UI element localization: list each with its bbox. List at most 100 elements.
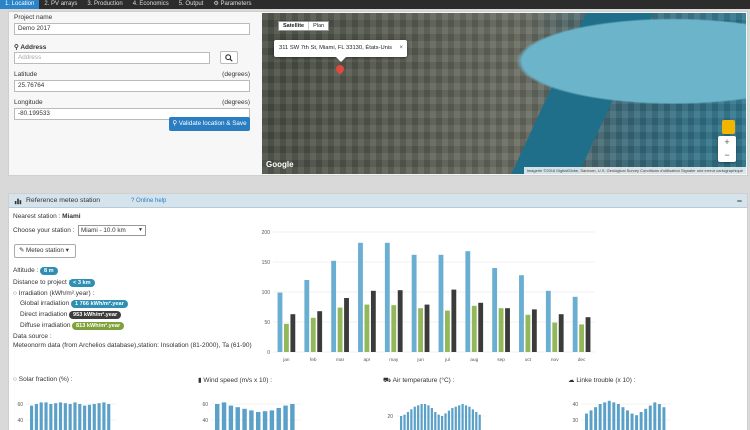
y-tick-label: 100	[262, 290, 271, 296]
x-tick-label: nov	[551, 358, 559, 363]
tab-production[interactable]: 3. Production	[82, 0, 127, 9]
global-irradiation-label: Global irradiation :	[20, 300, 73, 307]
bar-3	[228, 405, 234, 430]
nearest-station-row: Nearest station : Miami	[13, 213, 81, 220]
bar-11	[283, 405, 288, 430]
bar-sep-series-2	[498, 308, 504, 352]
address-input[interactable]: Address	[14, 52, 210, 64]
station-select[interactable]: Miami - 10.0 km ▼	[78, 225, 146, 236]
zoom-in-button[interactable]: +	[718, 136, 736, 149]
bar-1	[400, 416, 403, 430]
global-irradiation-badge: 1 766 kWh/m².year	[71, 300, 128, 308]
air-temperature-chart: 20	[387, 404, 486, 430]
linke-trouble-title-row: ☁ Linke trouble (x 10) :	[568, 376, 636, 384]
car-icon: ⛟	[383, 377, 393, 384]
bar-17	[107, 404, 111, 430]
search-icon	[225, 53, 233, 62]
bar-15	[97, 403, 101, 430]
bar-21	[468, 406, 471, 430]
bar-14	[444, 413, 447, 430]
street-view-pegman-icon[interactable]	[722, 120, 735, 134]
project-name-label: Project name	[14, 14, 53, 21]
bar-aug-series-1	[465, 251, 471, 352]
bar-5	[413, 406, 416, 430]
data-source-value: Meteonorm data (from Archelios database)…	[13, 342, 252, 349]
map-type-toggle: Satellite Plan	[278, 21, 330, 31]
bar-10	[626, 410, 629, 430]
zoom-out-button[interactable]: −	[718, 149, 736, 162]
bar-11	[78, 404, 82, 430]
tab-output[interactable]: 5. Output	[174, 0, 209, 9]
map-type-plan[interactable]: Plan	[309, 22, 328, 30]
bar-1	[30, 405, 34, 430]
station-select-value: Miami - 10.0 km	[81, 227, 126, 234]
bar-8	[616, 404, 620, 430]
bar-nov-series-2	[552, 322, 558, 352]
bar-nov-series-3	[558, 314, 564, 352]
project-name-input[interactable]: Demo 2017	[14, 23, 250, 35]
online-help-link[interactable]: ? Online help	[131, 194, 166, 208]
google-logo: Google	[266, 160, 294, 169]
y-tick-label: 30	[572, 418, 578, 424]
bar-16	[653, 402, 657, 430]
bar-dec-series-1	[572, 296, 578, 352]
bar-9	[68, 404, 72, 430]
longitude-label: Longitude	[14, 99, 43, 106]
map-attribution: Imagerie ©2016 DigitalGlobe, Sanborn, U.…	[523, 167, 746, 174]
irradiation-label: Irradiation (kWh/m².year) :	[18, 290, 95, 297]
bar-4	[44, 402, 48, 430]
bar-3	[406, 412, 410, 430]
bar-3	[39, 402, 43, 430]
meteo-station-button[interactable]: ✎ Meteo station ▾	[14, 244, 76, 258]
bar-3	[594, 407, 598, 430]
bar-16	[102, 402, 106, 430]
x-tick-label: jul	[444, 357, 450, 363]
bar-7	[58, 402, 63, 430]
bar-6	[249, 410, 254, 430]
bar-jul-series-2	[445, 310, 450, 352]
x-tick-label: jun	[416, 357, 424, 363]
bar-1	[215, 404, 220, 430]
y-tick-label: 40	[202, 418, 208, 424]
tab-economics[interactable]: 4. Economics	[128, 0, 174, 9]
bar-4	[235, 407, 240, 430]
bar-9	[427, 405, 430, 430]
map-type-satellite[interactable]: Satellite	[279, 22, 310, 30]
address-label-row: ⚲ Address	[14, 43, 46, 51]
air-temperature-title-row: ⛟ Air temperature (°C) :	[383, 376, 454, 385]
bar-jan-series-3	[290, 314, 296, 352]
nearest-station-label: Nearest station :	[13, 213, 63, 220]
bar-2	[221, 402, 227, 430]
bar-12	[635, 415, 639, 430]
bar-jul-series-3	[451, 289, 457, 352]
y-tick-label: 40	[572, 402, 578, 408]
map-pin-icon[interactable]	[334, 63, 346, 75]
meteo-panel-header: Reference meteo station ? Online help −	[9, 194, 747, 208]
caret-down-icon: ▾	[65, 247, 69, 254]
bar-6	[417, 405, 420, 430]
tab-pv-arrays[interactable]: 2. PV arrays	[39, 0, 82, 9]
bar-8	[63, 403, 67, 430]
bar-feb-series-1	[304, 280, 310, 352]
bar-oct-series-1	[519, 275, 524, 352]
bar-sep-series-3	[505, 308, 510, 352]
bar-15	[648, 405, 652, 430]
latitude-label: Latitude	[14, 71, 38, 78]
bar-apr-series-2	[364, 304, 370, 352]
x-tick-label: aug	[470, 358, 478, 363]
validate-save-button[interactable]: ⚲ Validate location & Save	[169, 117, 250, 131]
latitude-input[interactable]: 25.76764	[14, 80, 250, 92]
tab-parameters[interactable]: ⚙ Parameters	[208, 0, 256, 9]
map-marker-icon: ⚲	[14, 44, 19, 51]
bar-jun-series-1	[411, 254, 417, 352]
tab-location[interactable]: 1. Location	[0, 0, 40, 9]
collapse-button[interactable]: −	[737, 194, 742, 208]
bar-nov-series-1	[545, 290, 551, 352]
map-view[interactable]: Satellite Plan 311 SW 7th St, Miami, FL …	[262, 13, 746, 174]
bar-12	[290, 404, 295, 430]
close-icon[interactable]: ×	[399, 40, 403, 57]
solar-fraction-title: Solar fraction (%) :	[18, 376, 73, 383]
direct-irradiation-badge: 953 kWh/m².year	[69, 311, 122, 319]
address-search-button[interactable]	[220, 51, 238, 64]
bar-4	[410, 409, 413, 430]
